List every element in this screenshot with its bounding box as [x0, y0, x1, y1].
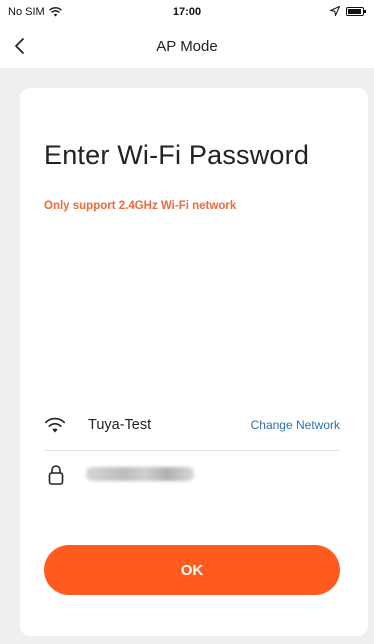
status-bar: No SIM 17:00: [0, 0, 374, 24]
location-arrow-icon: [330, 6, 340, 16]
status-time: 17:00: [172, 6, 202, 18]
card-title: Enter Wi-Fi Password: [44, 140, 310, 170]
nav-bar: AP Mode: [0, 24, 374, 68]
card-subtitle: Only support 2.4GHz Wi-Fi network: [44, 200, 237, 212]
page-title: AP Mode: [156, 38, 218, 55]
battery-icon: [346, 6, 366, 16]
password-row: [44, 458, 340, 494]
network-row: Tuya-Test Change Network: [44, 412, 340, 442]
password-input[interactable]: [84, 460, 340, 490]
divider: [44, 450, 340, 451]
change-network-link[interactable]: Change Network: [251, 418, 340, 432]
network-name: Tuya-Test: [88, 417, 152, 433]
ok-button[interactable]: OK: [44, 545, 340, 595]
lock-icon: [48, 465, 64, 485]
wifi-icon: [45, 417, 65, 433]
status-right: [330, 6, 366, 16]
